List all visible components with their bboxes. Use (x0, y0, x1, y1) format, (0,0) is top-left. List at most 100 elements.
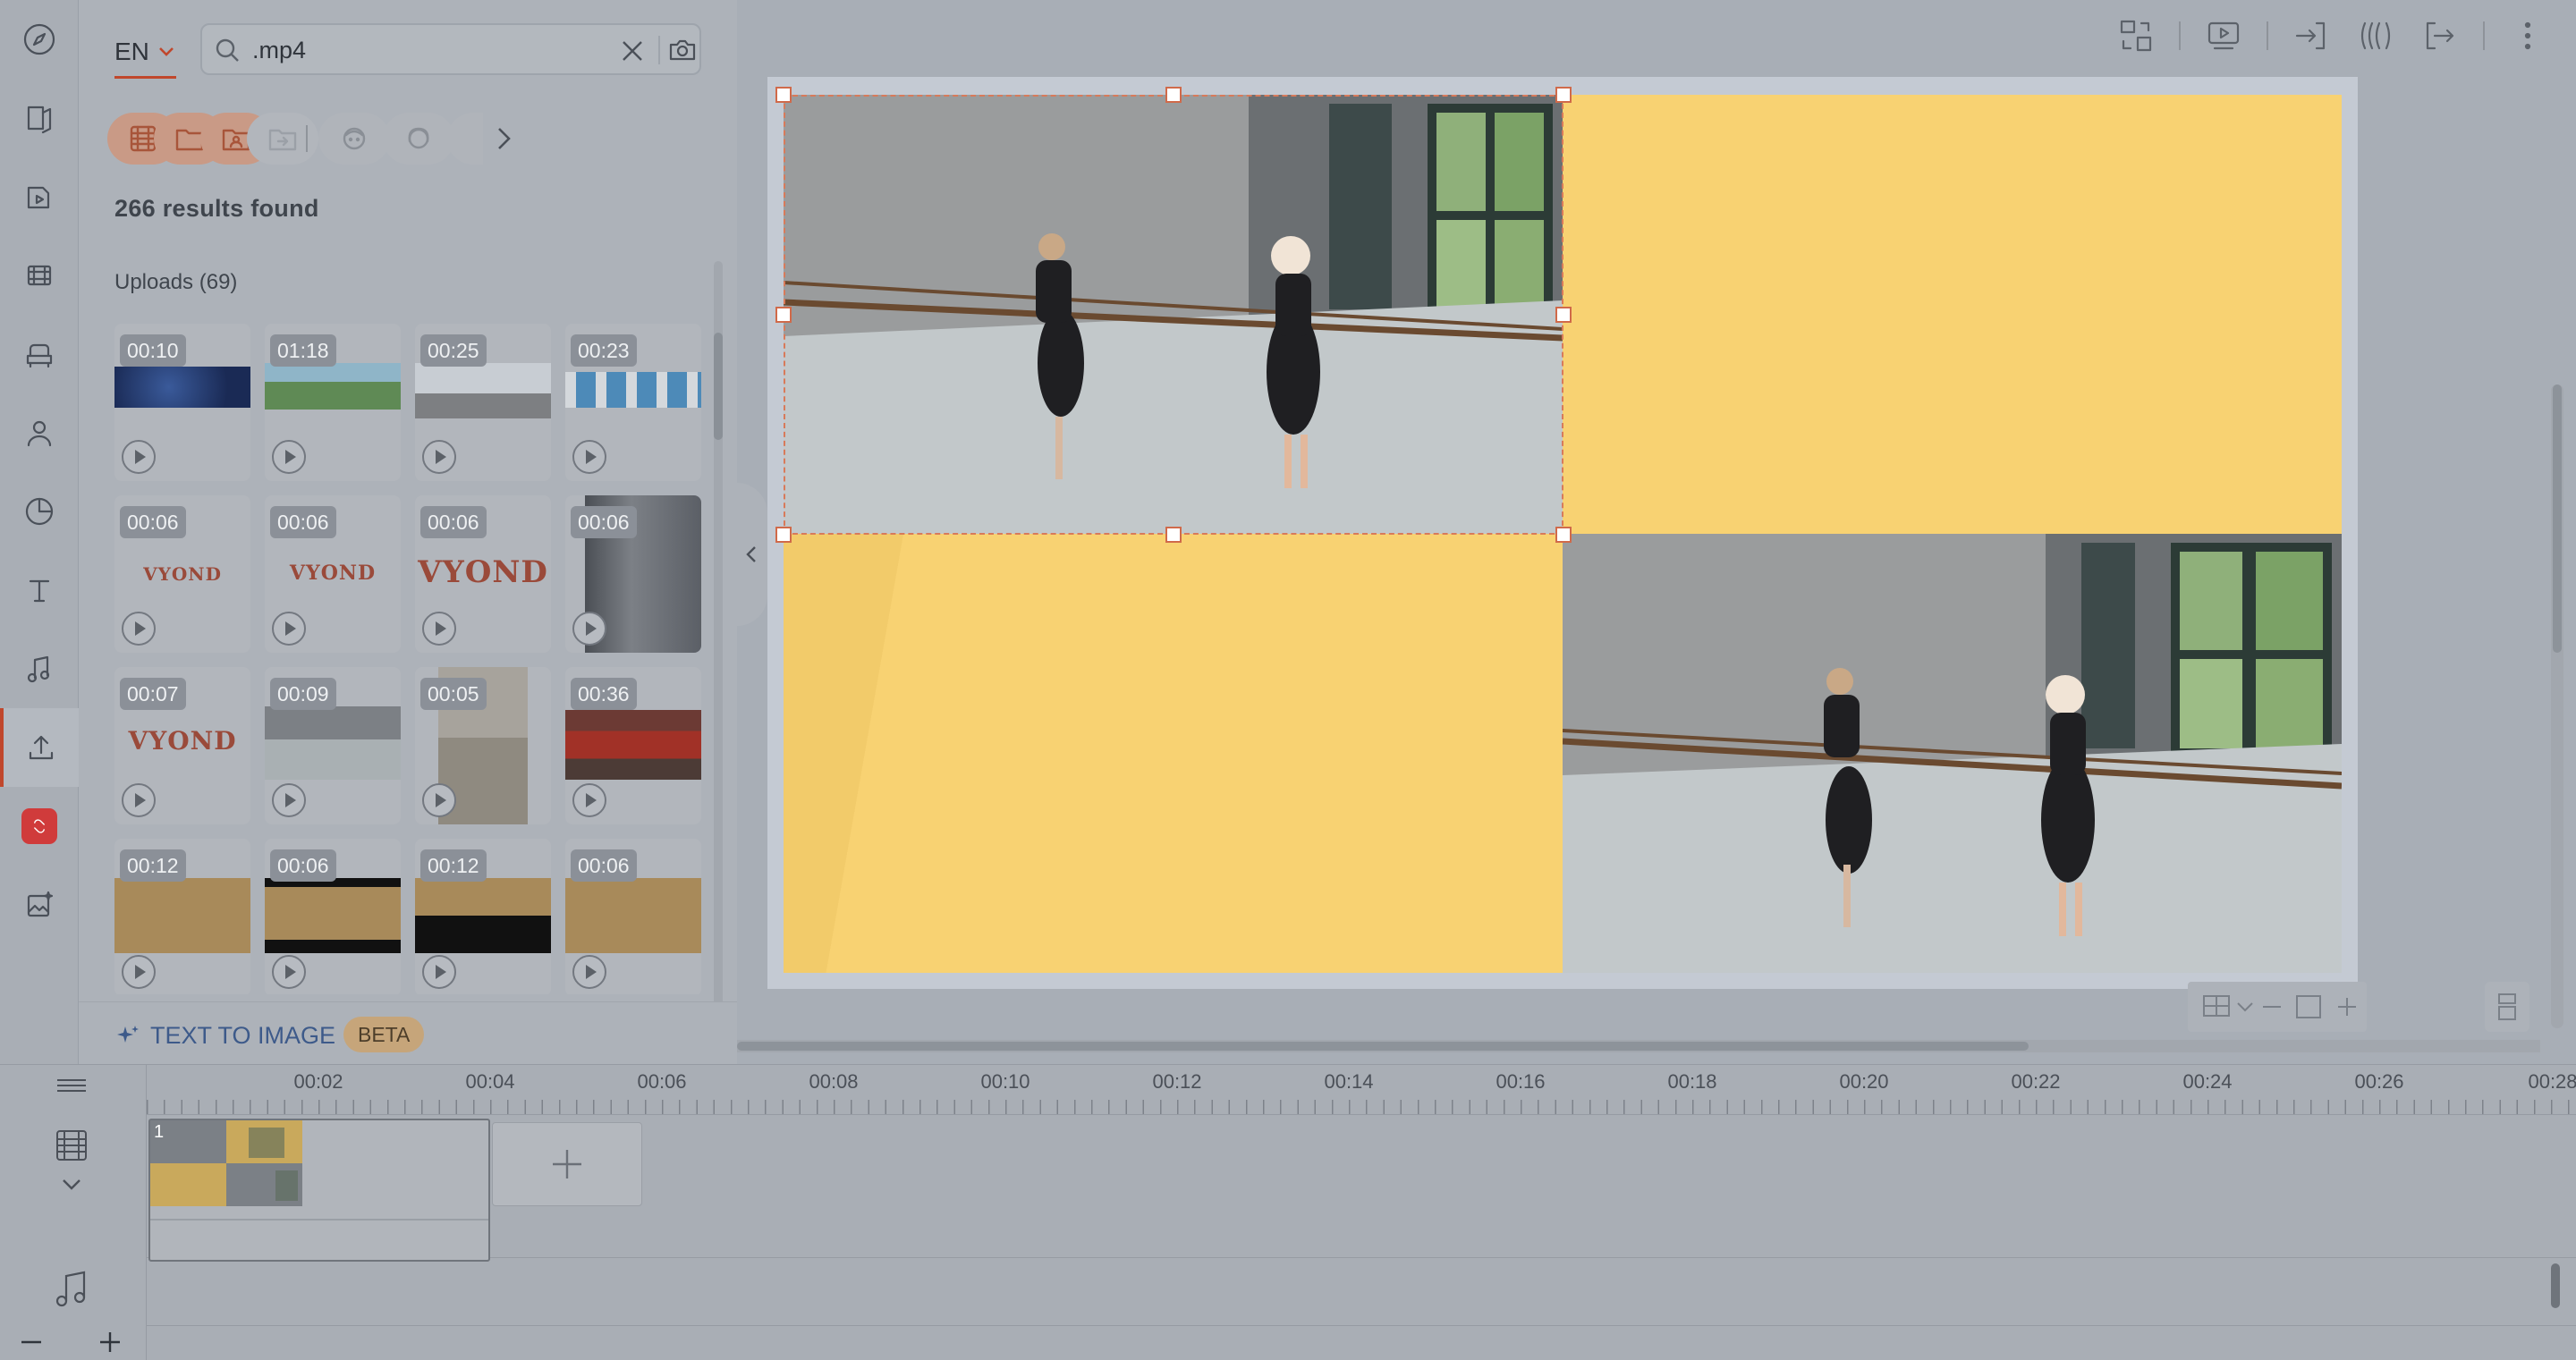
clear-search-icon[interactable] (619, 38, 646, 64)
play-icon[interactable] (122, 955, 156, 989)
swap-layout-icon[interactable] (2116, 16, 2156, 55)
props-chair-icon[interactable] (0, 315, 79, 393)
upload-thumbnail[interactable]: 01:18 (265, 324, 401, 481)
charts-pie-icon[interactable] (0, 472, 79, 551)
yellow-panel-bottom-left[interactable] (784, 534, 1563, 973)
scene-track-film-icon[interactable] (54, 1128, 89, 1163)
upload-thumbnail[interactable]: 00:06 (265, 839, 401, 994)
upload-thumbnail[interactable]: VYOND 00:07 (114, 667, 250, 824)
timeline-zoom-out-icon[interactable] (18, 1333, 45, 1351)
play-icon[interactable] (422, 783, 456, 817)
play-icon[interactable] (422, 612, 456, 646)
play-icon[interactable] (572, 955, 606, 989)
explore-compass-icon[interactable] (0, 0, 79, 79)
play-icon[interactable] (122, 612, 156, 646)
preview-icon[interactable] (2204, 16, 2243, 55)
zoom-out-icon[interactable] (2261, 982, 2284, 1032)
canvas-zoom-controls (2188, 982, 2367, 1032)
upload-thumbnail[interactable]: 00:10 (114, 324, 250, 481)
video-library-icon[interactable] (0, 157, 79, 236)
audio-track[interactable] (147, 1258, 2576, 1326)
collapse-panel-button[interactable] (737, 483, 767, 626)
resize-handle[interactable] (775, 527, 792, 543)
upload-thumbnail[interactable]: 00:12 (114, 839, 250, 994)
resize-handle[interactable] (1555, 307, 1572, 323)
add-scene-button[interactable] (492, 1122, 642, 1206)
enter-transition-icon[interactable] (2292, 16, 2331, 55)
search-input[interactable] (252, 34, 592, 66)
upload-thumbnail[interactable]: VYOND 00:06 (114, 495, 250, 653)
timeline-ruler[interactable]: 00:02 00:04 00:06 00:08 00:10 00:12 00:1… (147, 1065, 2576, 1115)
upload-thumbnail[interactable]: VYOND 00:06 (265, 495, 401, 653)
audio-track-music-icon[interactable] (52, 1269, 91, 1310)
text-to-image-button[interactable]: TEXT TO IMAGE (114, 1022, 335, 1050)
audio-music-icon[interactable] (0, 629, 79, 708)
integration-app-icon[interactable] (0, 787, 79, 866)
grid-toggle-icon[interactable] (2188, 982, 2259, 1032)
play-icon[interactable] (572, 612, 606, 646)
play-icon[interactable] (572, 440, 606, 474)
play-icon[interactable] (272, 440, 306, 474)
upload-thumbnail[interactable]: 00:12 (415, 839, 551, 994)
side-panel-toggle[interactable] (2485, 982, 2529, 1032)
camera-search-icon[interactable] (667, 36, 698, 64)
resize-handle[interactable] (1555, 527, 1572, 543)
upload-thumbnail[interactable]: 00:06 (565, 839, 701, 994)
film-icon[interactable] (0, 236, 79, 315)
text-icon[interactable] (0, 551, 79, 629)
resize-handle[interactable] (775, 307, 792, 323)
play-icon[interactable] (422, 955, 456, 989)
resize-handle[interactable] (1555, 87, 1572, 103)
characters-person-icon[interactable] (0, 393, 79, 472)
fit-screen-icon[interactable] (2293, 982, 2324, 1032)
ai-image-icon[interactable] (0, 866, 79, 944)
upload-thumbnail[interactable]: 00:23 (565, 324, 701, 481)
play-icon[interactable] (122, 783, 156, 817)
play-icon[interactable] (272, 955, 306, 989)
transition-icon[interactable] (2356, 16, 2395, 55)
play-icon[interactable] (572, 783, 606, 817)
play-icon[interactable] (122, 440, 156, 474)
filter-character-chip-2[interactable] (383, 113, 454, 165)
language-selector[interactable]: EN (114, 32, 176, 79)
chevron-left-icon (746, 546, 756, 562)
timeline-zoom-in-icon[interactable] (97, 1330, 123, 1355)
yellow-panel-top-right[interactable] (1563, 95, 2342, 534)
resize-handle[interactable] (1165, 527, 1182, 543)
timeline-drag-handle-icon[interactable] (55, 1077, 88, 1094)
video-cell-bottom-right[interactable] (1563, 534, 2342, 973)
play-icon[interactable] (272, 612, 306, 646)
canvas-horizontal-scrollbar[interactable] (737, 1040, 2540, 1052)
scene-canvas[interactable] (775, 87, 2342, 973)
resize-handle[interactable] (775, 87, 792, 103)
tick-label: 00:04 (465, 1070, 515, 1093)
tick-label: 00:28 (2528, 1070, 2576, 1093)
exit-transition-icon[interactable] (2420, 16, 2460, 55)
play-icon[interactable] (272, 783, 306, 817)
upload-thumbnail[interactable]: VYOND 00:06 (415, 495, 551, 653)
zoom-in-icon[interactable] (2334, 982, 2361, 1032)
upload-thumbnail[interactable]: 00:25 (415, 324, 551, 481)
tick-label: 00:14 (1324, 1070, 1374, 1093)
upload-thumbnail[interactable]: 00:09 (265, 667, 401, 824)
timeline-scrollbar[interactable] (2551, 1263, 2560, 1308)
upload-thumbnail[interactable]: 00:36 (565, 667, 701, 824)
filter-character-chip-1[interactable] (318, 113, 390, 165)
tick-label: 00:16 (1496, 1070, 1546, 1093)
upload-icon[interactable] (0, 708, 79, 787)
play-icon[interactable] (422, 440, 456, 474)
scene-clip[interactable]: 1 (148, 1119, 490, 1262)
resize-handle[interactable] (1165, 87, 1182, 103)
chevron-right-icon[interactable] (490, 125, 517, 152)
upload-thumbnail[interactable]: 00:06 (565, 495, 701, 653)
upload-thumbnail[interactable]: 00:05 (415, 667, 551, 824)
canvas-vertical-scrollbar[interactable] (2551, 384, 2563, 1028)
more-options-icon[interactable] (2508, 16, 2547, 55)
chevron-down-icon[interactable] (61, 1178, 82, 1192)
panel-scrollbar[interactable] (714, 261, 723, 1057)
filter-move-folder-chip[interactable] (247, 113, 318, 165)
filter-character-chip-3[interactable] (447, 113, 483, 165)
search-box (200, 23, 701, 75)
templates-icon[interactable] (0, 79, 79, 157)
tick-label: 00:08 (809, 1070, 859, 1093)
